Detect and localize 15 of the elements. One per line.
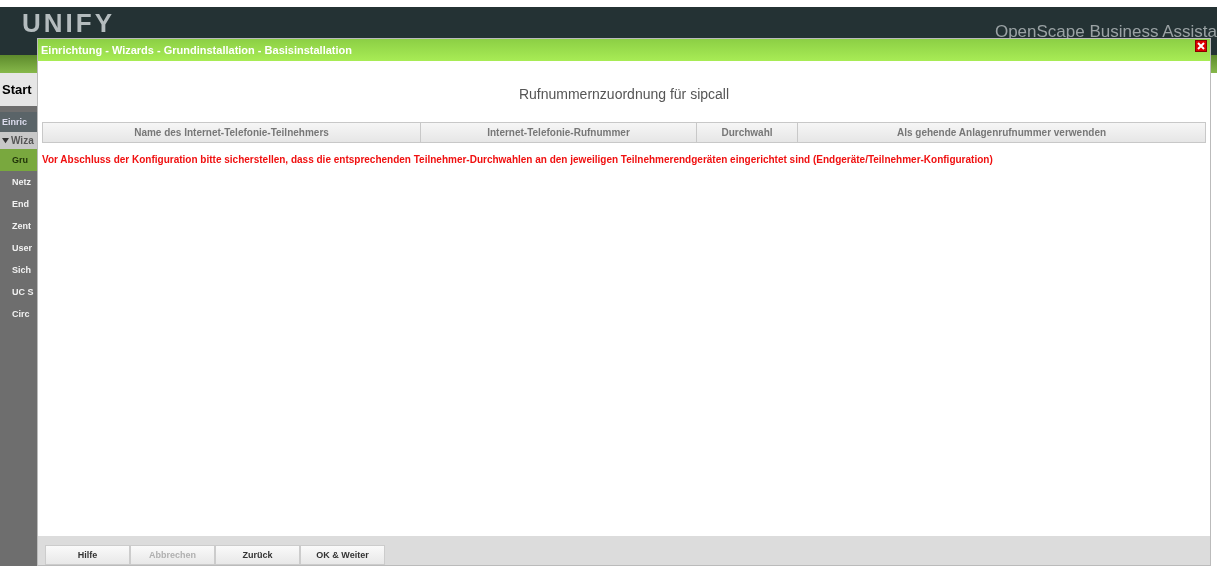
dialog-title: Einrichtung - Wizards - Grundinstallation - Basisinstallation — [41, 44, 352, 56]
column-header: Internet-Telefonie-Rufnummer — [421, 123, 697, 142]
warning-text: Vor Abschluss der Konfiguration bitte sicherstellen, dass die entsprechenden Teilnehmer-Durchwahlen an den jeweiligen Teilnehmerendgeräten eingerichtet sind (Endgeräte/Teilnehmer-Konfiguration) — [42, 154, 994, 165]
close-icon[interactable] — [1195, 40, 1207, 52]
dialog-button[interactable]: Hilfe — [45, 545, 130, 565]
dialog-button[interactable]: Zurück — [215, 545, 300, 565]
sidebar-group-label: Wiza — [11, 135, 34, 146]
logo: UNIFY — [22, 9, 115, 37]
caret-down-icon — [2, 137, 9, 144]
product-title: OpenScape Business Assista — [994, 22, 1217, 42]
column-header: Als gehende Anlagenrufnummer verwenden — [798, 123, 1205, 142]
column-header: Name des Internet-Telefonie-Teilnehmers — [43, 123, 421, 142]
column-header: Durchwahl — [697, 123, 798, 142]
page-heading: Rufnummernzuordnung für sipcall — [517, 86, 731, 102]
dialog-button[interactable]: OK & Weiter — [300, 545, 385, 565]
